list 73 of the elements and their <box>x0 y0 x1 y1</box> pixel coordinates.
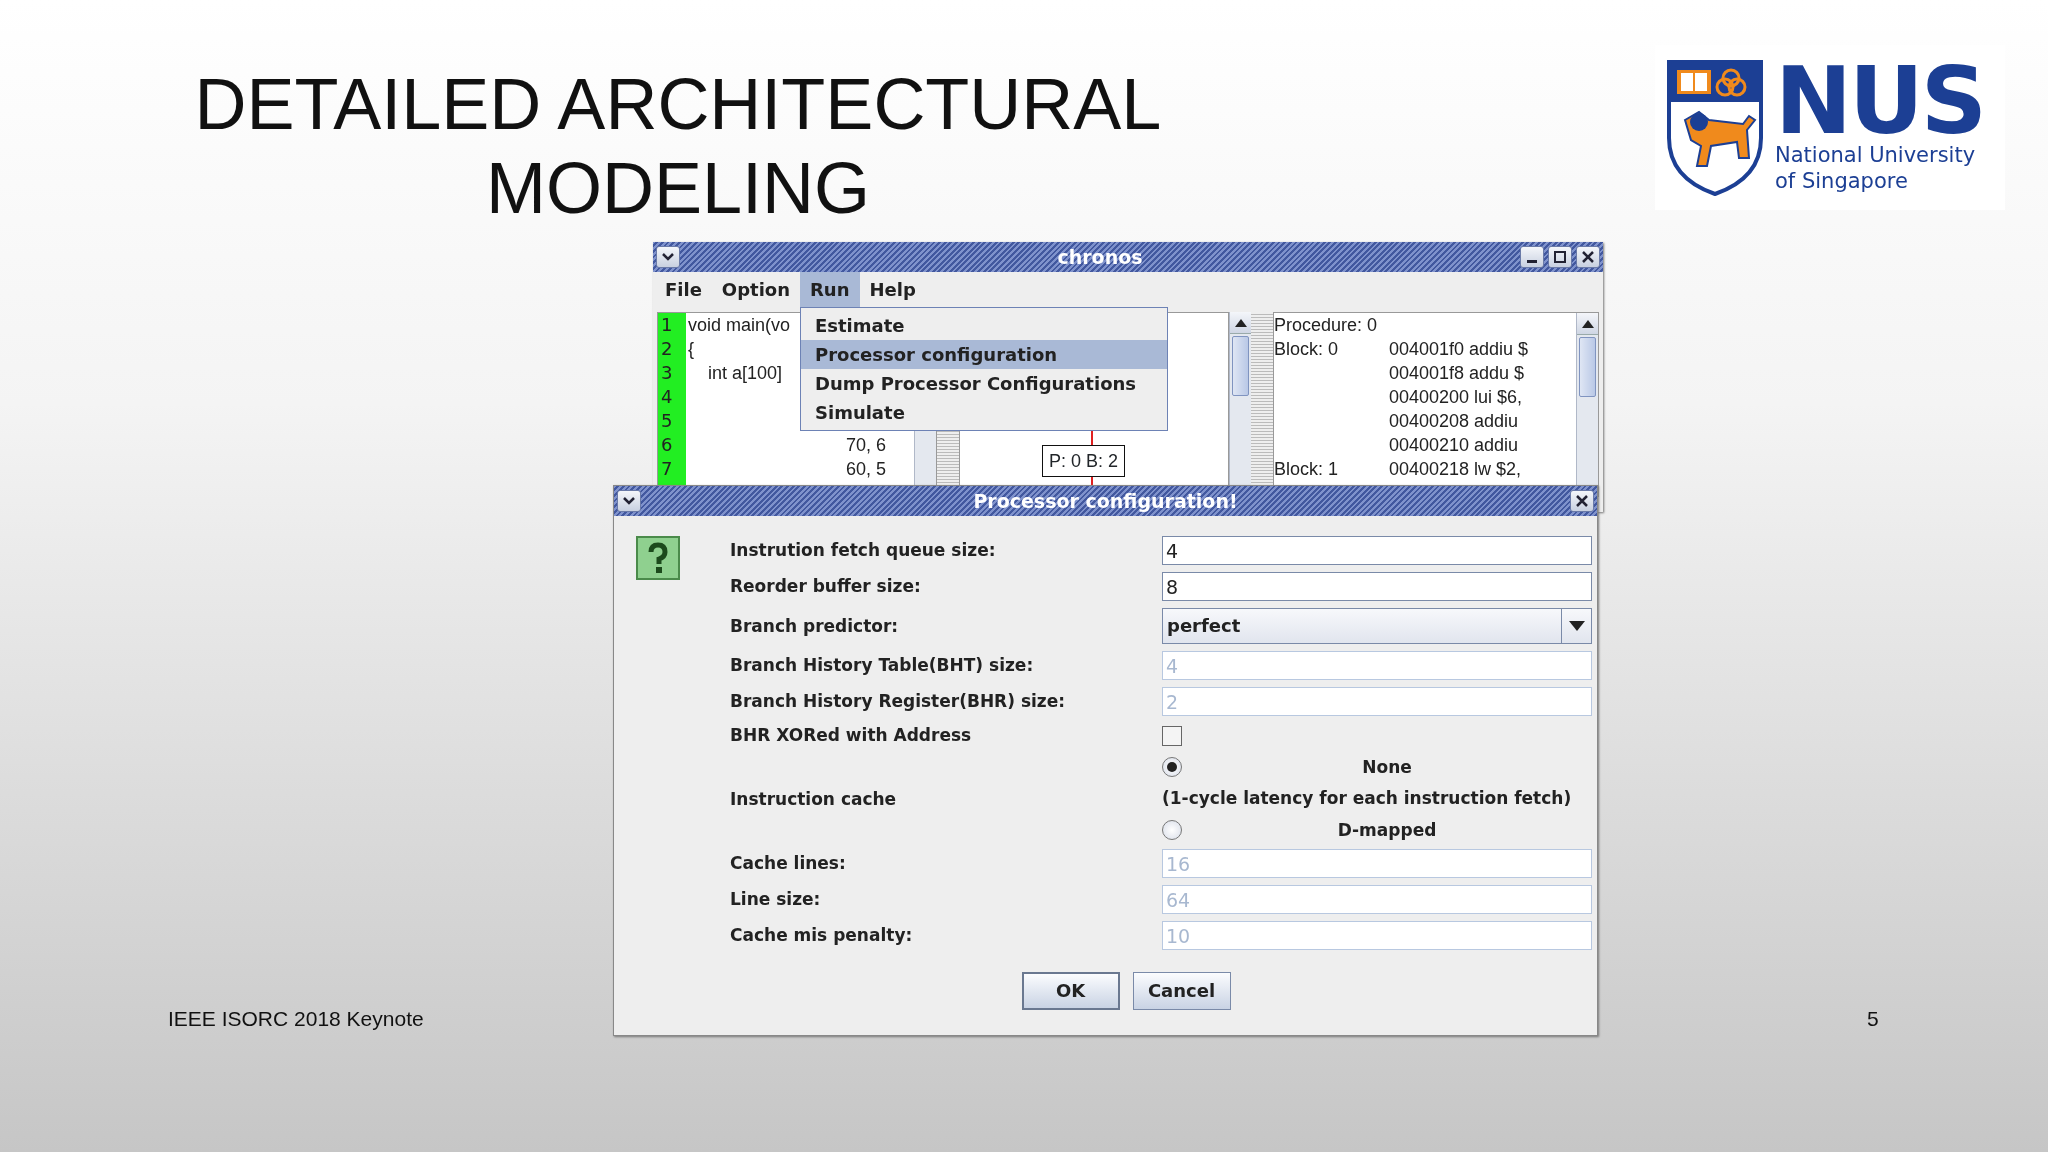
field-label: BHR XORed with Address <box>730 725 972 745</box>
menu-item[interactable]: Option <box>711 272 800 307</box>
logo-text: of Singapore <box>1775 167 1909 194</box>
graph-node: P: 0 B: 2 <box>1042 445 1126 477</box>
field-label: Line size: <box>730 889 821 909</box>
instruction-text: 00400200 lui $6, <box>1389 387 1523 407</box>
field-label: Cache lines: <box>730 853 846 873</box>
radio-button[interactable] <box>1162 820 1182 840</box>
maximize-button[interactable] <box>1548 246 1572 268</box>
line-number: 5 <box>660 409 674 433</box>
caret-icon <box>1568 621 1585 631</box>
radio-label: None <box>1361 756 1413 779</box>
dialog-button[interactable]: OK <box>1021 972 1120 1010</box>
field-label: Instruction cache <box>730 787 898 811</box>
line-number: 4 <box>660 385 674 409</box>
logo-wordmark: NUS <box>1775 61 1984 142</box>
dropdown[interactable]: perfect <box>1162 608 1592 644</box>
line-number: 7 <box>660 457 674 481</box>
menu-item[interactable]: Processor configuration <box>801 340 1167 369</box>
input-field[interactable]: 8 <box>1162 572 1592 601</box>
arrow-up-icon <box>1581 319 1594 328</box>
line-number: 6 <box>660 433 674 457</box>
code-line: int a[100] <box>708 363 783 383</box>
line-number: 3 <box>660 361 674 385</box>
minimize-button[interactable] <box>1520 246 1544 268</box>
instruction-text: 004001f0 addiu $ <box>1389 339 1529 359</box>
code-line: void main(vo <box>688 315 791 335</box>
minimize-icon <box>1527 259 1537 263</box>
caret-icon <box>623 497 635 505</box>
caret-icon <box>662 253 674 261</box>
close-icon <box>1576 495 1588 507</box>
arrow-up-icon <box>1234 318 1247 327</box>
radio-button[interactable] <box>1162 757 1182 777</box>
crest-icon <box>1665 57 1765 198</box>
instruction-text: 004001f8 addu $ <box>1389 363 1525 383</box>
maximize-icon <box>1554 251 1566 263</box>
line-number: 1 <box>660 313 674 337</box>
field-label: Branch predictor: <box>730 615 899 636</box>
logo-text: National University <box>1775 141 1977 168</box>
instruction-text: 00400210 addiu <box>1389 435 1519 455</box>
block-label: Block: 1 <box>1274 459 1339 479</box>
page-number: 5 <box>1867 1006 1879 1032</box>
field-label: Branch History Register(BHR) size: <box>730 691 1066 711</box>
window-menu-button[interactable] <box>656 246 680 268</box>
field-label: Reorder buffer size: <box>730 576 921 596</box>
close-button[interactable] <box>1570 490 1594 512</box>
close-button[interactable] <box>1576 246 1600 268</box>
radio-label: D-mapped <box>1336 819 1438 842</box>
input-field[interactable]: 4 <box>1162 536 1592 565</box>
menu-item[interactable]: File <box>655 272 712 307</box>
close-icon <box>1582 251 1594 263</box>
field-label: Cache mis penalty: <box>730 925 913 945</box>
code-line: 70, 6 <box>846 435 887 455</box>
instruction-text: 00400218 lw $2, <box>1389 459 1522 479</box>
block-label: Block: 0 <box>1274 339 1339 359</box>
field-label: Branch History Table(BHT) size: <box>730 655 1034 675</box>
field-label: Instrution fetch queue size: <box>730 540 996 560</box>
footer-text: IEEE ISORC 2018 Keynote <box>168 1006 424 1032</box>
window-menu-button[interactable] <box>617 490 641 512</box>
instruction-text: 00400208 addiu <box>1389 411 1519 431</box>
dialog-button[interactable]: Cancel <box>1132 972 1231 1010</box>
note-text: (1-cycle latency for each instruction fetch) <box>1162 788 1572 808</box>
window-title: chronos <box>1056 245 1144 270</box>
checkbox[interactable] <box>1162 725 1182 746</box>
question-icon <box>636 536 680 580</box>
slide-title: DETAILED ARCHITECTURAL MODELING <box>193 63 1163 230</box>
code-line: { <box>688 339 694 359</box>
dialog-title: Processor configuration! <box>972 489 1239 514</box>
line-number: 2 <box>660 337 674 361</box>
menu-item[interactable]: Run <box>800 272 860 307</box>
code-line: 60, 5 <box>846 459 887 479</box>
block-label: Procedure: 0 <box>1274 315 1378 335</box>
menu-item[interactable]: Help <box>859 272 926 307</box>
